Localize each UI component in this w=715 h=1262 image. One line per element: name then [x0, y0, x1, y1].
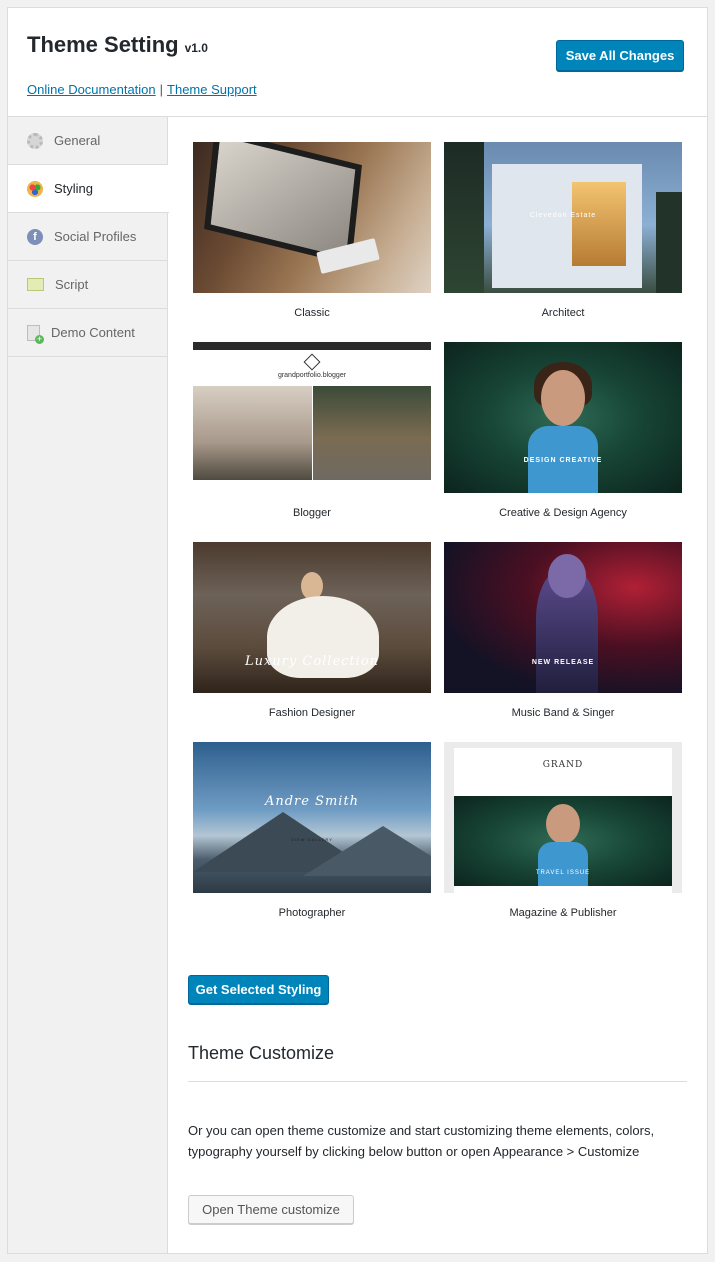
- styling-option-magazine-publisher[interactable]: GRAND TRAVEL ISSUE Magazine & Publisher: [444, 742, 682, 919]
- css-icon: [27, 278, 44, 291]
- theme-support-link[interactable]: Theme Support: [167, 82, 257, 97]
- thumbnail-mini-button: VIEW GALLERY: [291, 837, 333, 842]
- online-documentation-link[interactable]: Online Documentation: [27, 82, 156, 97]
- sidebar-item-label: Social Profiles: [54, 229, 137, 244]
- section-divider: [188, 1081, 687, 1082]
- facebook-icon: f: [27, 228, 43, 245]
- styling-option-music-band-singer[interactable]: NEW RELEASE Music Band & Singer: [444, 542, 682, 719]
- thumbnail-overlay-text: NEW RELEASE: [531, 659, 595, 666]
- styling-content: Classic Clevedon Estate Architect grandp…: [168, 117, 707, 1253]
- thumbnail-masthead: GRAND: [542, 760, 584, 770]
- styling-label: Photographer: [278, 907, 346, 919]
- save-all-changes-button[interactable]: Save All Changes: [556, 40, 684, 71]
- sidebar-item-label: General: [54, 133, 101, 148]
- thumbnail-photo-right: [313, 386, 431, 480]
- styling-label: Magazine & Publisher: [509, 907, 617, 919]
- sidebar-item-demo-content[interactable]: Demo Content: [8, 309, 167, 357]
- thumbnail-overlay-text: DESIGN CREATIVE: [523, 457, 603, 464]
- styling-option-classic[interactable]: Classic: [193, 142, 431, 319]
- sidebar-item-label: Script: [55, 277, 89, 292]
- theme-setting-panel: Theme Setting v1.0 Online Documentation | T…: [7, 7, 708, 1254]
- sidebar-item-styling[interactable]: Styling: [8, 165, 169, 213]
- thumbnail-window: [572, 182, 626, 266]
- sidebar-item-script[interactable]: Script: [8, 261, 167, 309]
- thumbnail-logo: [303, 353, 321, 371]
- theme-customize-description: Or you can open theme customize and star…: [188, 1123, 655, 1159]
- link-separator: |: [159, 82, 164, 97]
- page-title: Theme Setting v1.0: [27, 32, 208, 58]
- get-selected-styling-button[interactable]: Get Selected Styling: [188, 975, 329, 1004]
- styling-thumbnail: Clevedon Estate: [444, 142, 682, 293]
- thumbnail-overlay-text: Luxury Collection: [244, 654, 380, 669]
- styling-option-architect[interactable]: Clevedon Estate Architect: [444, 142, 682, 319]
- thumbnail-overlay-text: Andre Smith: [264, 794, 360, 809]
- styling-thumbnail: [193, 142, 431, 293]
- page-title-text: Theme Setting: [27, 32, 179, 57]
- settings-sidebar: General Styling f Social Profiles Script…: [8, 117, 169, 1253]
- styling-label: Classic: [294, 307, 330, 319]
- version-badge: v1.0: [184, 41, 208, 55]
- thumbnail-face: [541, 370, 585, 426]
- thumbnail-tag: TRAVEL ISSUE: [535, 870, 591, 876]
- styling-label: Blogger: [293, 507, 331, 519]
- thumbnail-photo-left: [193, 386, 312, 480]
- styling-label: Architect: [541, 307, 585, 319]
- thumbnail-tree: [656, 192, 682, 293]
- thumbnail-dress: [538, 842, 588, 886]
- styling-option-photographer[interactable]: Andre Smith VIEW GALLERY Photographer: [193, 742, 431, 919]
- sidebar-item-general[interactable]: General: [8, 117, 167, 165]
- sidebar-item-social-profiles[interactable]: f Social Profiles: [8, 213, 167, 261]
- palette-icon: [27, 180, 43, 197]
- styling-label: Music Band & Singer: [511, 707, 615, 719]
- styling-thumbnail: NEW RELEASE: [444, 542, 682, 693]
- document-add-icon: [27, 324, 44, 344]
- styling-thumbnail: Luxury Collection: [193, 542, 431, 693]
- header-links: Online Documentation | Theme Support: [27, 82, 257, 97]
- sidebar-item-label: Demo Content: [51, 325, 135, 340]
- open-theme-customize-button[interactable]: Open Theme customize: [188, 1195, 354, 1224]
- styling-label: Fashion Designer: [268, 707, 356, 719]
- styling-option-fashion-designer[interactable]: Luxury Collection Fashion Designer: [193, 542, 431, 719]
- styling-label: Creative & Design Agency: [499, 507, 627, 519]
- styling-option-creative-design-agency[interactable]: DESIGN CREATIVE Creative & Design Agency: [444, 342, 682, 519]
- gear-icon: [27, 132, 43, 149]
- styling-thumbnail: GRAND TRAVEL ISSUE: [444, 742, 682, 893]
- sidebar-item-label: Styling: [54, 181, 94, 196]
- thumbnail-face: [546, 804, 580, 844]
- styling-thumbnail: grandportfolio.blogger: [193, 342, 431, 493]
- styling-option-blogger[interactable]: grandportfolio.blogger Blogger: [193, 342, 431, 519]
- thumbnail-overlay-text: Clevedon Estate: [529, 212, 597, 219]
- styling-thumbnail: DESIGN CREATIVE: [444, 342, 682, 493]
- thumbnail-overlay-text: grandportfolio.blogger: [277, 372, 347, 379]
- panel-header: Theme Setting v1.0 Online Documentation | T…: [8, 8, 707, 117]
- thumbnail-nav-bar: [193, 342, 431, 350]
- theme-customize-title: Theme Customize: [188, 1043, 335, 1063]
- thumbnail-mountain: [303, 826, 431, 876]
- thumbnail-head: [548, 554, 586, 598]
- styling-thumbnail: Andre Smith VIEW GALLERY: [193, 742, 431, 893]
